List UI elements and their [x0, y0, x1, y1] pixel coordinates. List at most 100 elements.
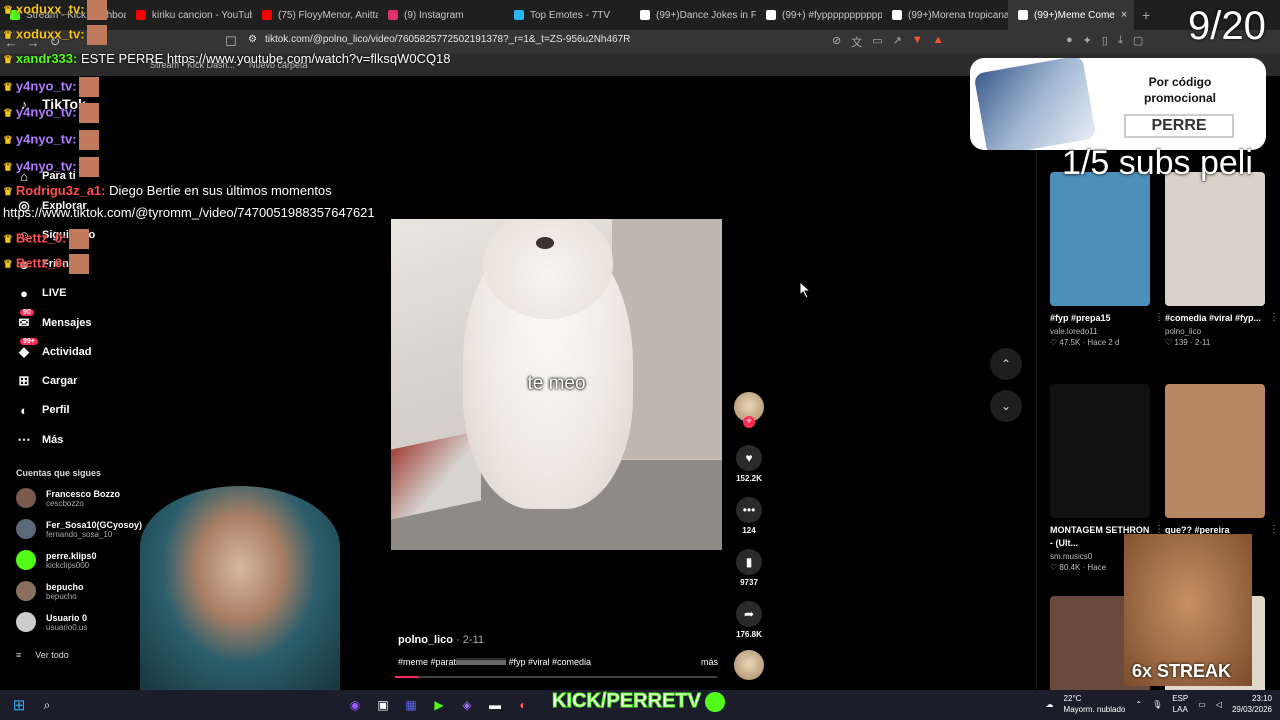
- account-handle: bepucho: [46, 591, 77, 601]
- comment-button[interactable]: ••• 124: [734, 497, 764, 535]
- close-tab-icon[interactable]: ×: [1121, 9, 1127, 21]
- followed-account[interactable]: Francesco Bozzo cescbozzo: [16, 488, 120, 508]
- chat-emote-icon: [78, 77, 99, 97]
- sidebar-icon[interactable]: ▯: [1102, 34, 1108, 47]
- network-icon[interactable]: ▭: [1198, 700, 1206, 709]
- windows-start-icon[interactable]: ⊞: [10, 696, 28, 714]
- no-cast-icon[interactable]: ⊘: [832, 34, 841, 50]
- sidebar-item-perfil[interactable]: ◐ Perfil: [16, 402, 69, 418]
- url-field[interactable]: ⚙ tiktok.com/@polno_lico/video/760582577…: [248, 34, 630, 45]
- new-tab-icon[interactable]: +: [1134, 7, 1158, 23]
- account-handle: cescbozzo: [46, 498, 84, 508]
- follow-plus-icon[interactable]: +: [743, 416, 755, 428]
- browser-tab[interactable]: (75) FloyyMenor, Anitta, C: [252, 0, 378, 30]
- browser-tab[interactable]: Top Emotes - 7TV: [504, 0, 630, 30]
- verified-check-icon: ✓: [704, 691, 725, 712]
- app-icon[interactable]: ◐: [514, 696, 532, 714]
- hashtags[interactable]: #meme #paratiiiiiiiiiiiiiiiiiiiiiiiii #f…: [398, 657, 591, 667]
- wallet-icon[interactable]: ▢: [1133, 34, 1143, 47]
- browser-tab[interactable]: kiriku cancion - YouTube: [126, 0, 252, 30]
- microphone-icon[interactable]: 🎙: [1152, 700, 1162, 709]
- video-progress-bar[interactable]: [395, 676, 717, 678]
- bookmark-icon[interactable]: ☐: [220, 34, 242, 50]
- extension-icon[interactable]: ●: [1066, 34, 1073, 47]
- avatar: [16, 612, 36, 632]
- video-thumbnail[interactable]: [1165, 384, 1265, 518]
- browser-tab[interactable]: (9) Instagram: [378, 0, 504, 30]
- chat-message: ♛ Bettz_0:: [3, 229, 89, 249]
- clock[interactable]: 23:10 29/03/2026: [1232, 693, 1272, 715]
- tab-favicon-icon: [136, 10, 146, 20]
- recommended-title[interactable]: #comedia #viral #fyp...: [1165, 312, 1265, 325]
- site-info-icon[interactable]: ⚙: [248, 34, 257, 45]
- tab-favicon-icon: [514, 10, 524, 20]
- brave-shield-icon[interactable]: ▼: [912, 34, 923, 50]
- author-name[interactable]: polno_lico: [398, 634, 453, 646]
- translate-icon[interactable]: 文: [851, 34, 862, 50]
- next-video-button[interactable]: ⌄: [990, 390, 1022, 422]
- volume-icon[interactable]: ◁: [1216, 700, 1222, 709]
- app-icon[interactable]: ◈: [458, 696, 476, 714]
- recommended-video-card[interactable]: #fyp #prepa15 vale.loredo11 ♡ 47.5K · Hace…: [1050, 172, 1164, 347]
- search-icon[interactable]: ⌕: [38, 696, 56, 714]
- chat-badge-icon: ♛: [3, 134, 16, 147]
- puzzle-icon[interactable]: ✦: [1083, 34, 1092, 47]
- more-options-icon[interactable]: ⋮: [1269, 524, 1279, 535]
- video-player[interactable]: te meo: [391, 219, 722, 550]
- followed-account[interactable]: Usuario 0 usuario0.us: [16, 612, 87, 632]
- app-icon[interactable]: ◉: [346, 696, 364, 714]
- recommended-video-card[interactable]: que?? #pereira ⋮: [1165, 384, 1279, 537]
- tab-label: (75) FloyyMenor, Anitta, C: [278, 9, 378, 21]
- followed-account[interactable]: bepucho bepucho: [16, 581, 84, 601]
- like-button[interactable]: ♥ 152.2K: [734, 445, 764, 483]
- more-options-icon[interactable]: ⋮: [1269, 312, 1279, 323]
- share-button[interactable]: ➦ 176.8K: [734, 601, 764, 639]
- see-all-link[interactable]: ≡ Ver todo: [16, 650, 69, 660]
- recommended-user[interactable]: polno_lico: [1165, 327, 1265, 336]
- video-thumbnail[interactable]: [1165, 172, 1265, 306]
- chat-emote-icon: [86, 25, 107, 45]
- url-text[interactable]: tiktok.com/@polno_lico/video/76058257725…: [265, 34, 630, 45]
- share-icon[interactable]: ↗: [893, 34, 902, 50]
- browser-tab[interactable]: (99+)Meme Come ×: [1008, 0, 1134, 30]
- language-indicator[interactable]: ESP LAA: [1172, 693, 1188, 715]
- kick-brand-overlay: KICK/PERRETV ✓: [552, 690, 725, 713]
- app-icon[interactable]: ▣: [374, 696, 392, 714]
- chat-badge-icon: ♛: [3, 186, 16, 198]
- video-thumbnail[interactable]: [1050, 384, 1150, 518]
- save-button[interactable]: ▮ 9737: [734, 549, 764, 587]
- chat-username: Rodrigu3z_a1:: [15, 183, 106, 198]
- sound-disc[interactable]: [734, 650, 764, 680]
- sidebar-item-más[interactable]: ⋯ Más: [16, 432, 64, 448]
- sidebar-item-live[interactable]: ● LIVE: [16, 285, 66, 301]
- sidebar-item-actividad[interactable]: ◆ 99+ Actividad: [16, 338, 92, 360]
- browser-tab[interactable]: (99+)Dance Jokes in Fashi: [630, 0, 756, 30]
- author-avatar[interactable]: +: [734, 392, 764, 428]
- weather-widget[interactable]: 22°C Mayorm. nublado: [1064, 693, 1126, 715]
- rewards-icon[interactable]: ▲: [933, 34, 944, 50]
- download-icon[interactable]: ⤓: [1118, 34, 1123, 47]
- previous-video-button[interactable]: ⌃: [990, 348, 1022, 380]
- app-icon[interactable]: ▬: [486, 696, 504, 714]
- app-icon[interactable]: ▶: [430, 696, 448, 714]
- more-link[interactable]: más: [701, 657, 718, 667]
- app-icon[interactable]: ▦: [402, 696, 420, 714]
- followed-account[interactable]: perre.klips0 kickclips000: [16, 550, 97, 570]
- recommended-video-card[interactable]: #comedia #viral #fyp... polno_lico ♡ 139 ·…: [1165, 172, 1279, 347]
- sidebar-item-cargar[interactable]: ⊞ Cargar: [16, 373, 78, 389]
- browser-tab[interactable]: (99+) #fypppppppppppp: [756, 0, 882, 30]
- video-author[interactable]: polno_lico · 2-11: [398, 634, 484, 646]
- chevron-up-icon[interactable]: ⌃: [1135, 700, 1142, 709]
- recommended-user[interactable]: vale.loredo11: [1050, 327, 1150, 336]
- browser-tab[interactable]: (99+)Morena tropicana!: [882, 0, 1008, 30]
- install-icon[interactable]: ▭: [872, 34, 882, 50]
- video-thumbnail[interactable]: [1050, 172, 1150, 306]
- more-options-icon[interactable]: ⋮: [1154, 312, 1164, 323]
- promo-card-image: [973, 58, 1097, 150]
- followed-account[interactable]: Fer_Sosa10(GCyosoy) fernando_sosa_10: [16, 519, 142, 539]
- account-name: Fer_Sosa10(GCyosoy): [46, 519, 143, 530]
- sidebar-item-mensajes[interactable]: ✉ 90 Mensajes: [16, 309, 92, 331]
- recommended-title[interactable]: #fyp #prepa15: [1050, 312, 1150, 325]
- weather-icon[interactable]: ☁: [1046, 700, 1054, 709]
- chat-emote-icon: [86, 0, 107, 20]
